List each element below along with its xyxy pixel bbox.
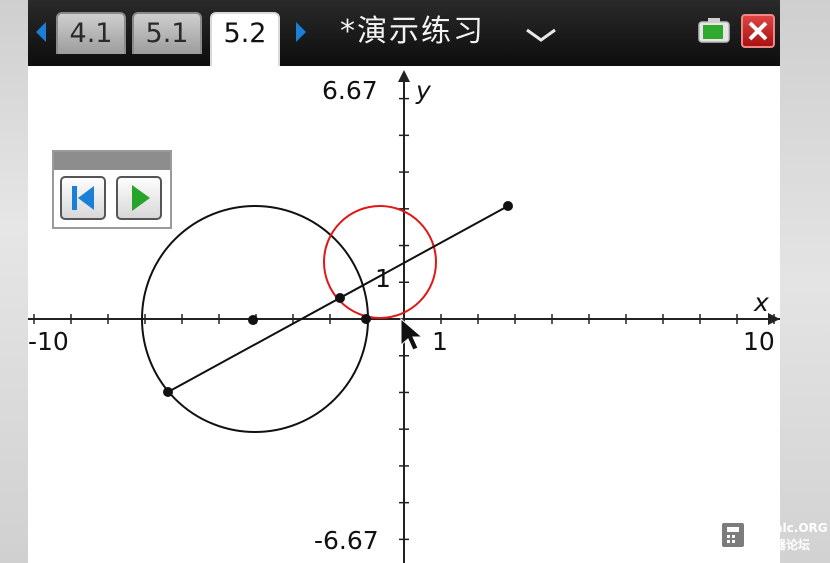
- x-max-label: 10: [743, 327, 775, 356]
- y-min-label: -6.67: [314, 526, 379, 555]
- y-axis-label: y: [416, 76, 431, 105]
- animation-player: [52, 150, 172, 229]
- document-title: *演示练习: [340, 14, 485, 49]
- battery-icon: [697, 16, 731, 50]
- watermark-line1: cnCalc.ORG: [750, 521, 828, 535]
- skip-back-icon: [72, 186, 94, 210]
- tab-5-2[interactable]: 5.2: [210, 12, 280, 68]
- close-icon: [748, 21, 768, 41]
- point-intersection: [335, 293, 345, 303]
- watermark-line2: 计算器论坛: [750, 538, 811, 552]
- play-button[interactable]: [116, 176, 162, 220]
- tab-5-1[interactable]: 5.1: [132, 12, 202, 54]
- calculator-icon: [720, 521, 746, 549]
- point-line-end-right: [503, 201, 513, 211]
- x-axis-label: x: [754, 288, 769, 317]
- close-button[interactable]: [741, 14, 775, 48]
- tab-4-1[interactable]: 4.1: [56, 12, 126, 54]
- point-big-center: [248, 315, 258, 325]
- y-axis-arrow: [398, 70, 410, 82]
- player-title-bar[interactable]: [54, 152, 170, 170]
- chevron-down-icon[interactable]: [525, 27, 557, 47]
- point-label: 1: [375, 264, 391, 293]
- document-toolbar: 4.1 5.1 5.2 *演示练习: [28, 0, 780, 68]
- point-line-end-left: [163, 387, 173, 397]
- y-max-label: 6.67: [322, 76, 378, 105]
- left-arrow-icon[interactable]: [34, 20, 48, 44]
- graph-canvas[interactable]: 6.67 y -10 10 x 1 1 -6.67: [28, 66, 780, 563]
- x-tick-1-label: 1: [432, 327, 448, 356]
- x-min-label: -10: [28, 327, 69, 356]
- right-background: [780, 0, 830, 563]
- skip-back-button[interactable]: [60, 176, 106, 220]
- point-on-axis: [361, 314, 371, 324]
- left-background: [0, 0, 28, 563]
- graph-plot[interactable]: [28, 66, 780, 563]
- play-icon: [132, 185, 150, 211]
- right-arrow-icon[interactable]: [294, 20, 308, 44]
